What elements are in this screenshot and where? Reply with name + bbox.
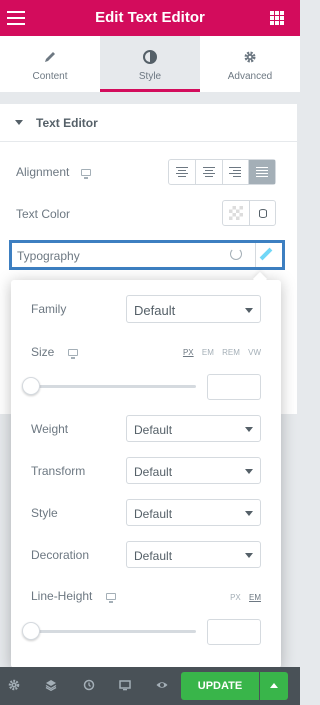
chevron-down-icon: [245, 469, 253, 474]
desktop-icon[interactable]: [105, 593, 116, 604]
alignment-label: Alignment: [16, 165, 91, 180]
chevron-down-icon: [245, 511, 253, 516]
style-select[interactable]: Default: [126, 499, 261, 526]
tab-label: Content: [32, 71, 68, 82]
unit-rem[interactable]: REM: [222, 348, 240, 357]
family-value: Default: [134, 303, 176, 318]
reset-icon[interactable]: [230, 248, 242, 260]
tab-advanced[interactable]: Advanced: [200, 36, 300, 92]
pencil-icon: [45, 52, 55, 62]
align-center-button[interactable]: [196, 160, 223, 184]
desktop-icon[interactable]: [80, 169, 91, 180]
line-height-slider-track[interactable]: [31, 630, 196, 633]
align-left-button[interactable]: [169, 160, 196, 184]
size-label: Size: [31, 345, 78, 360]
desktop-icon[interactable]: [67, 349, 78, 360]
caret-down-icon: [15, 120, 23, 125]
panel-title: Edit Text Editor: [95, 9, 205, 26]
tab-label: Advanced: [227, 71, 273, 82]
panel-footer: UPDATE: [0, 667, 300, 705]
style-label: Style: [31, 506, 58, 520]
line-height-slider-handle[interactable]: [22, 622, 40, 640]
panel-header: Edit Text Editor: [0, 0, 300, 36]
pencil-icon: [259, 247, 273, 261]
gear-icon: [244, 51, 256, 63]
tab-style[interactable]: Style: [100, 36, 200, 92]
family-select[interactable]: Default: [126, 295, 261, 323]
typography-edit-button[interactable]: [255, 243, 282, 267]
size-input[interactable]: [207, 374, 261, 400]
weight-value: Default: [134, 423, 173, 437]
preview-eye-icon[interactable]: [156, 679, 168, 691]
weight-select[interactable]: Default: [126, 415, 261, 442]
family-label: Family: [31, 302, 67, 316]
typography-popover: Family Default Size PX EM REM VW Weight …: [11, 280, 281, 668]
decoration-value: Default: [134, 549, 173, 563]
contrast-icon: [143, 50, 157, 64]
update-button[interactable]: UPDATE: [181, 672, 259, 700]
settings-icon[interactable]: [8, 679, 20, 691]
size-label-text: Size: [31, 345, 55, 359]
line-height-units: PX EM: [224, 593, 261, 602]
update-options-button[interactable]: [260, 672, 288, 700]
text-color-label: Text Color: [16, 207, 71, 221]
unit-vw[interactable]: VW: [248, 348, 261, 357]
typography-label: Typography: [17, 249, 80, 263]
style-value: Default: [134, 507, 173, 521]
responsive-mode-icon[interactable]: [119, 679, 131, 691]
history-icon[interactable]: [83, 679, 95, 691]
decoration-select[interactable]: Default: [126, 541, 261, 568]
global-colors-button[interactable]: [250, 201, 275, 225]
text-color-picker: [222, 200, 276, 226]
chevron-down-icon: [245, 308, 253, 313]
weight-label: Weight: [31, 422, 69, 436]
transform-value: Default: [134, 465, 173, 479]
unit-em[interactable]: EM: [249, 593, 261, 602]
align-right-button[interactable]: [223, 160, 250, 184]
alignment-control: [168, 159, 276, 185]
unit-em[interactable]: EM: [202, 348, 214, 357]
section-title: Text Editor: [36, 116, 98, 130]
size-slider-track[interactable]: [31, 385, 196, 388]
section-header-text-editor[interactable]: Text Editor: [0, 104, 297, 142]
tab-label: Style: [138, 71, 162, 82]
size-slider-handle[interactable]: [22, 377, 40, 395]
size-units: PX EM REM VW: [177, 348, 261, 357]
chevron-down-icon: [245, 427, 253, 432]
line-height-label-text: Line-Height: [31, 589, 93, 603]
align-justify-button[interactable]: [249, 160, 275, 184]
decoration-label: Decoration: [31, 548, 90, 562]
transparent-swatch-icon: [229, 206, 243, 220]
database-icon: [258, 208, 267, 218]
panel-tabs: Content Style Advanced: [0, 36, 300, 93]
unit-px[interactable]: PX: [183, 348, 194, 357]
transform-label: Transform: [31, 464, 86, 478]
layers-icon[interactable]: [45, 679, 57, 691]
line-height-input[interactable]: [207, 619, 261, 645]
alignment-label-text: Alignment: [16, 165, 70, 179]
typography-control[interactable]: Typography: [9, 240, 285, 270]
unit-px[interactable]: PX: [230, 593, 241, 602]
color-swatch[interactable]: [223, 201, 250, 225]
line-height-label: Line-Height: [31, 589, 116, 604]
chevron-down-icon: [245, 553, 253, 558]
grid-icon[interactable]: [270, 11, 284, 25]
tab-content[interactable]: Content: [0, 36, 100, 92]
transform-select[interactable]: Default: [126, 457, 261, 484]
